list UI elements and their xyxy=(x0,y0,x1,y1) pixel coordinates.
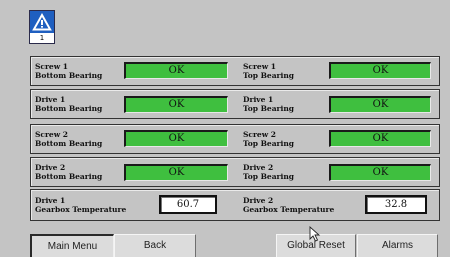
status-label: Screw 2 Bottom Bearing xyxy=(35,130,103,148)
status-indicator-ok: OK xyxy=(329,130,431,147)
status-indicator-ok: OK xyxy=(329,62,431,79)
status-indicator-ok: OK xyxy=(124,130,228,147)
status-label: Drive 1 Bottom Bearing xyxy=(35,95,103,113)
temperature-label: Drive 2 Gearbox Temperature xyxy=(243,196,335,214)
status-row-screw-1: Screw 1 Bottom Bearing OK Screw 1 Top Bear… xyxy=(30,56,440,86)
status-row-screw-2: Screw 2 Bottom Bearing OK Screw 2 Top Bear… xyxy=(30,124,440,154)
warning-triangle-icon xyxy=(30,11,54,33)
status-label: Drive 2 Bottom Bearing xyxy=(35,163,103,181)
status-label: Drive 2 Top Bearing xyxy=(243,163,295,181)
status-indicator-ok: OK xyxy=(329,96,431,113)
status-label: Drive 1 Top Bearing xyxy=(243,95,295,113)
back-button[interactable]: Back xyxy=(114,234,196,257)
status-row-drive-1: Drive 1 Bottom Bearing OK Drive 1 Top Bear… xyxy=(30,89,440,119)
status-indicator-ok: OK xyxy=(124,62,228,79)
alarms-button[interactable]: Alarms xyxy=(357,234,438,257)
status-indicator-ok: OK xyxy=(124,164,228,181)
temperature-row: Drive 1 Gearbox Temperature 60.7 Drive 2G… xyxy=(30,189,440,221)
temperature-label: Drive 1 Gearbox Temperature xyxy=(35,196,127,214)
status-label: Screw 1 Top Bearing xyxy=(243,62,295,80)
status-label: Screw 1 Bottom Bearing xyxy=(35,62,103,80)
alarm-indicator[interactable]: 1 xyxy=(29,10,55,44)
main-menu-button[interactable]: Main Menu xyxy=(30,234,114,257)
status-indicator-ok: OK xyxy=(124,96,228,113)
drive-2-gearbox-temperature-value: 32.8 xyxy=(365,195,427,214)
hmi-screen: 1 Screw 1 Bottom Bearing OK Screw 1 Top Be… xyxy=(0,0,450,257)
drive-1-gearbox-temperature-value: 60.7 xyxy=(159,195,217,214)
alarm-count: 1 xyxy=(39,34,45,42)
status-indicator-ok: OK xyxy=(329,164,431,181)
status-label: Screw 2 Top Bearing xyxy=(243,130,295,148)
status-row-drive-2: Drive 2 Bottom Bearing OK Drive 2 Top Bear… xyxy=(30,157,440,187)
mouse-cursor-icon xyxy=(309,226,321,242)
